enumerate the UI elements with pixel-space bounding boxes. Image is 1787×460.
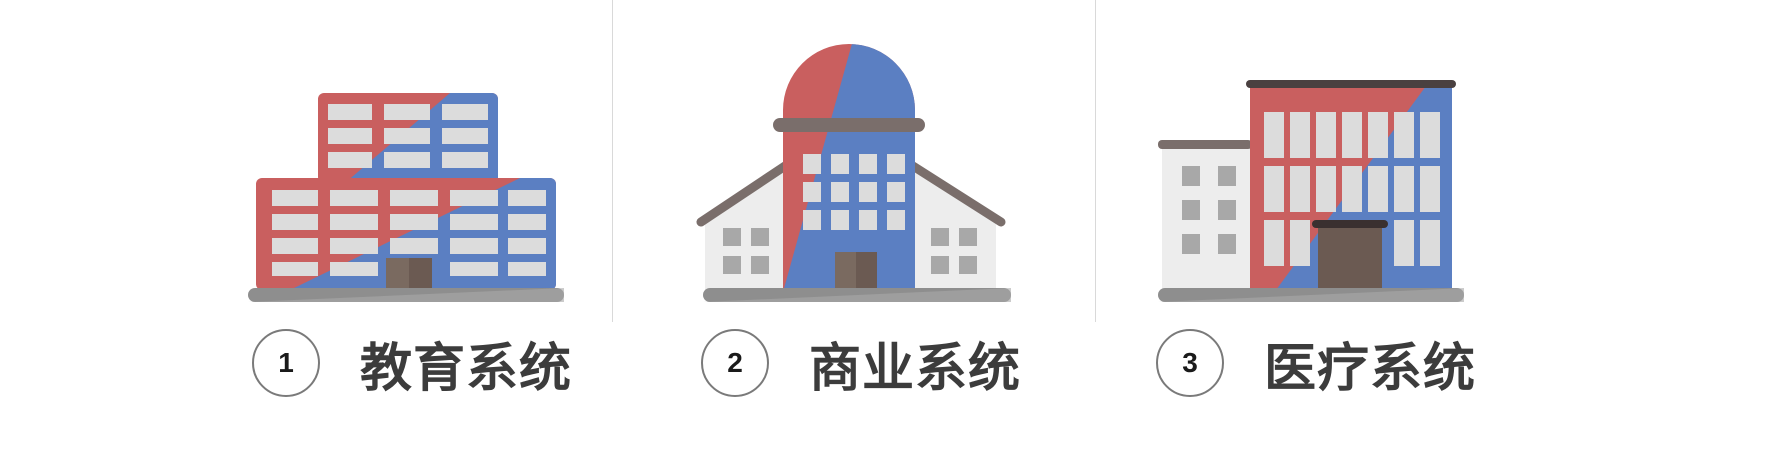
school-building-icon: [248, 93, 564, 302]
step-number-badge: 1: [252, 329, 320, 397]
system-label: 医疗系统: [1264, 338, 1477, 399]
step-number-badge: 3: [1156, 329, 1224, 397]
system-card-medical[interactable]: 3 医疗系统: [1096, 0, 1787, 460]
system-label: 商业系统: [809, 338, 1022, 399]
system-label: 教育系统: [360, 338, 573, 399]
step-number-badge: 2: [701, 329, 769, 397]
system-card-education[interactable]: 1 教育系统: [0, 0, 612, 460]
dome-building-icon: [696, 44, 1011, 302]
hospital-building-icon: [1158, 80, 1464, 302]
system-card-commerce[interactable]: 2 商业系统: [613, 0, 1095, 460]
